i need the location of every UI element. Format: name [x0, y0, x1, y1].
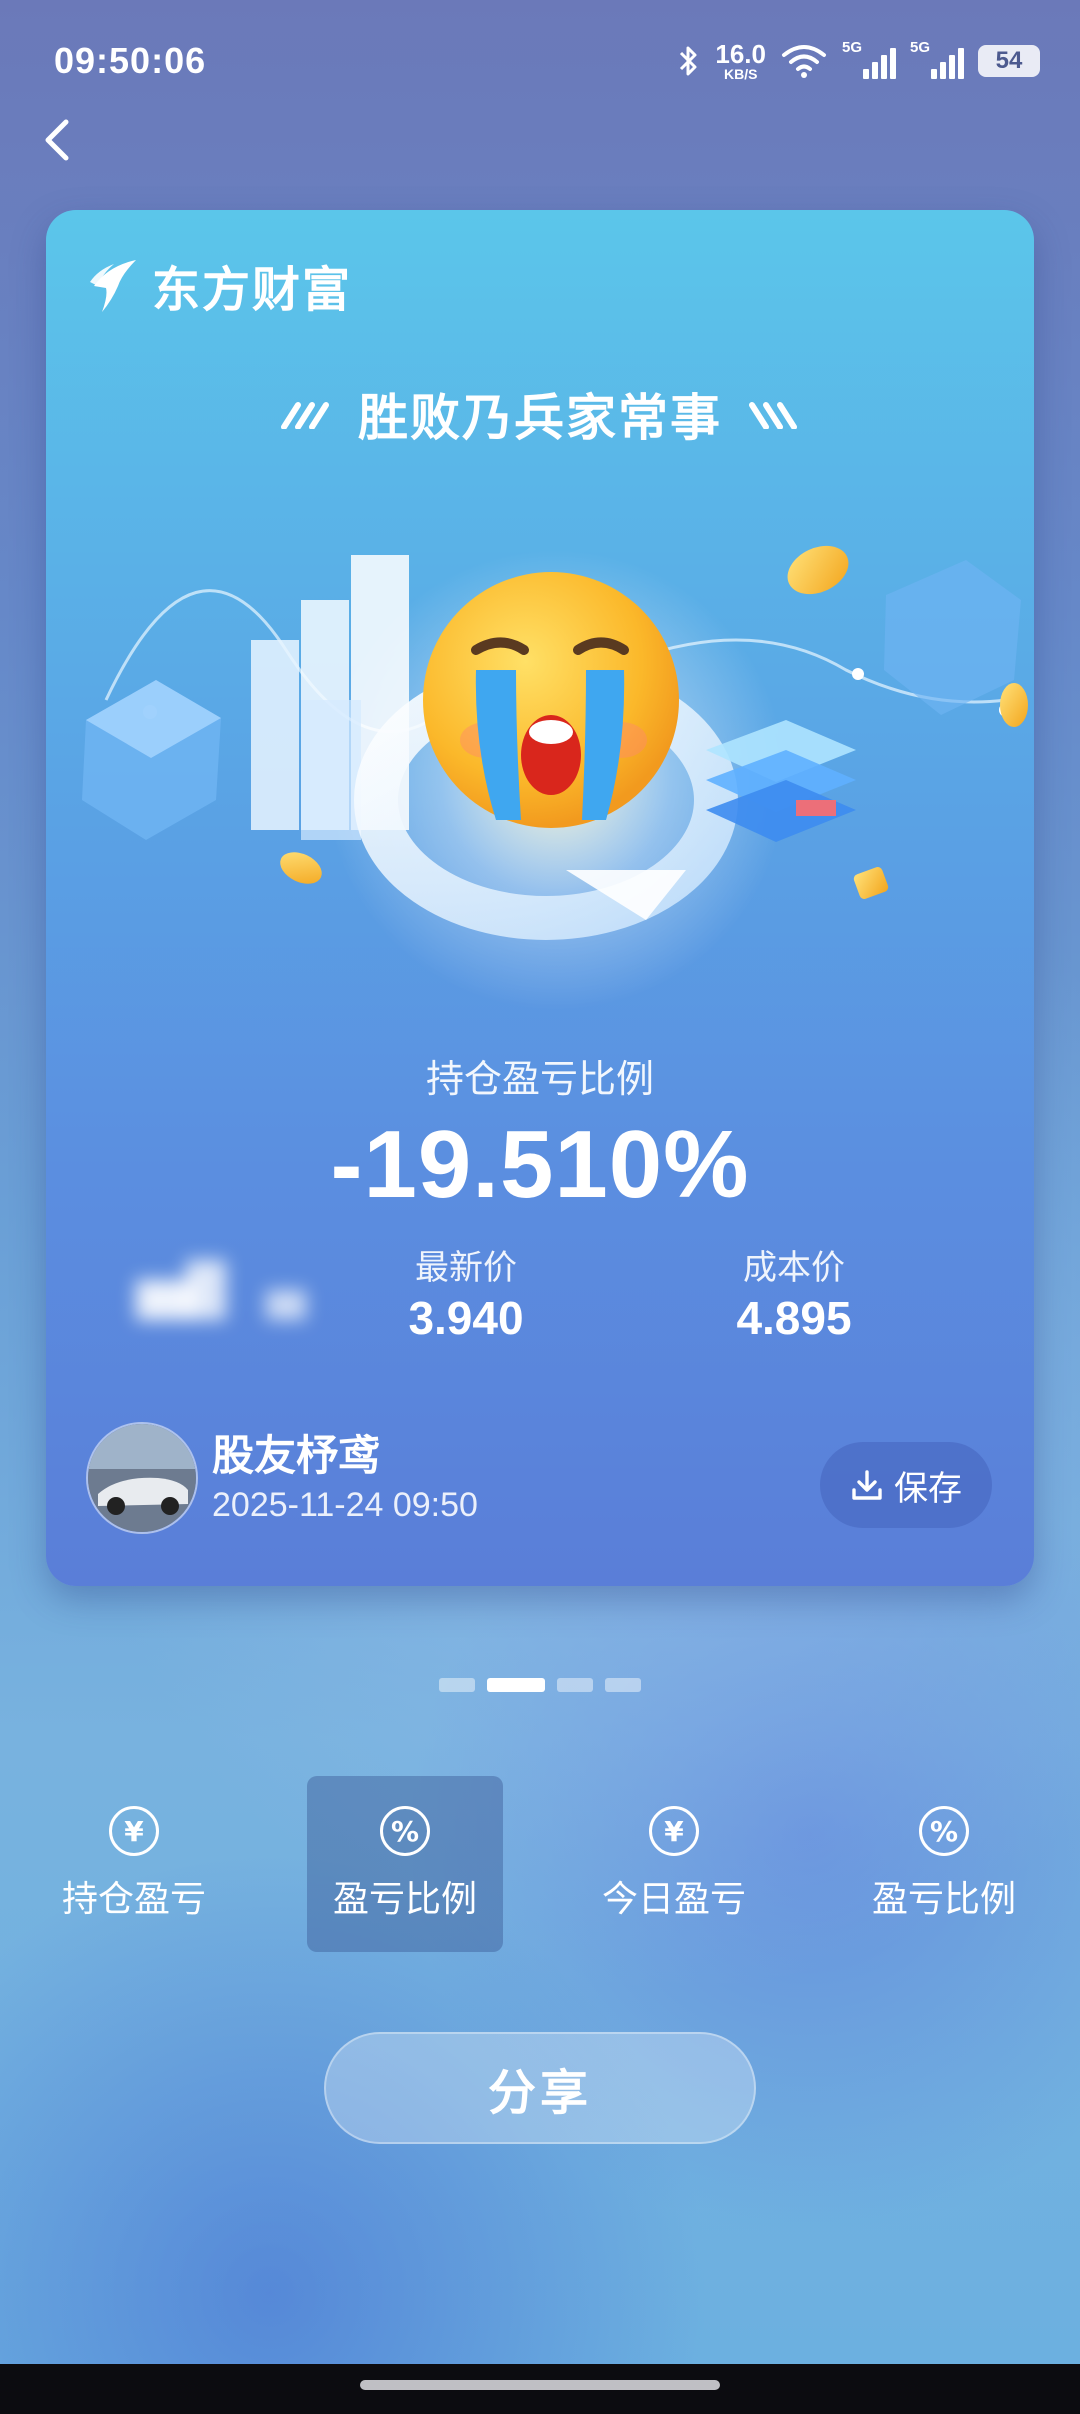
net-speed: 16.0 KB/S	[715, 39, 766, 82]
brand: 东方财富	[88, 250, 352, 320]
battery-icon: 54	[978, 45, 1040, 77]
wifi-icon	[782, 45, 826, 78]
cost-price-label: 成本价	[743, 1248, 845, 1288]
brand-logo-icon	[90, 260, 136, 312]
bluetooth-icon	[680, 46, 697, 76]
template-label: 今日盈亏	[601, 1879, 746, 1920]
template-label: 盈亏比例	[871, 1879, 1016, 1920]
template-option-pnl-ratio-2[interactable]: % 盈亏比例	[846, 1776, 1042, 1952]
share-button[interactable]: 分享	[324, 2032, 756, 2144]
cost-price-value: 4.895	[736, 1292, 852, 1344]
status-bar: 09:50:06 16.0 KB/S 5G 5G 54	[0, 0, 1080, 120]
page-dot-active[interactable]	[487, 1678, 545, 1692]
page-dot[interactable]	[557, 1678, 593, 1692]
save-button[interactable]: 保存	[820, 1442, 992, 1528]
slogan: 胜败乃兵家常事	[358, 389, 722, 447]
yen-icon: ¥	[649, 1806, 699, 1856]
save-label: 保存	[894, 1468, 962, 1509]
slogan-left-deco-icon	[281, 402, 329, 429]
yen-icon: ¥	[109, 1806, 159, 1856]
template-selector: ¥ 持仓盈亏 % 盈亏比例 ¥ 今日盈亏 % 盈亏比例	[0, 1776, 1080, 1954]
cost-price-block: 成本价 4.895	[674, 1240, 914, 1345]
latest-price-label: 最新价	[415, 1248, 517, 1288]
ratio-label: 持仓盈亏比例	[425, 1057, 654, 1101]
user-name: 股友杼鸢	[212, 1431, 381, 1480]
template-label: 持仓盈亏	[61, 1879, 206, 1920]
slogan-right-deco-icon	[749, 402, 797, 429]
percent-icon: %	[380, 1806, 430, 1856]
page-dot[interactable]	[439, 1678, 475, 1692]
page-indicator	[0, 1678, 1080, 1692]
home-indicator[interactable]	[360, 2380, 720, 2390]
template-option-pnl-ratio[interactable]: % 盈亏比例	[307, 1776, 503, 1952]
page-dot[interactable]	[605, 1678, 641, 1692]
avatar	[86, 1422, 198, 1534]
post-timestamp: 2025-11-24 09:50	[212, 1486, 478, 1524]
share-card: 东方财富 胜败乃兵家常事 持仓盈亏比例 -19.510% 最新价 3.940 成…	[46, 210, 1034, 1586]
status-icons: 16.0 KB/S 5G 5G 54	[677, 36, 1040, 86]
back-button[interactable]	[30, 110, 90, 170]
brand-name: 东方财富	[152, 262, 353, 318]
signal-icon-2: 5G	[910, 39, 964, 81]
percent-icon: %	[919, 1806, 969, 1856]
template-option-today-pnl[interactable]: ¥ 今日盈亏	[576, 1776, 772, 1952]
slogan-row: 胜败乃兵家常事	[46, 378, 1034, 450]
status-time: 09:50:06	[54, 40, 207, 81]
latest-price-value: 3.940	[408, 1292, 524, 1344]
template-label: 盈亏比例	[332, 1879, 477, 1920]
download-icon	[852, 1470, 882, 1500]
ratio-value: -19.510%	[330, 1111, 750, 1218]
template-option-holding-pnl[interactable]: ¥ 持仓盈亏	[36, 1776, 232, 1952]
signal-icon: 5G	[842, 39, 896, 81]
latest-price-block: 最新价 3.940	[346, 1240, 586, 1345]
stock-name-blurred	[136, 1260, 306, 1320]
